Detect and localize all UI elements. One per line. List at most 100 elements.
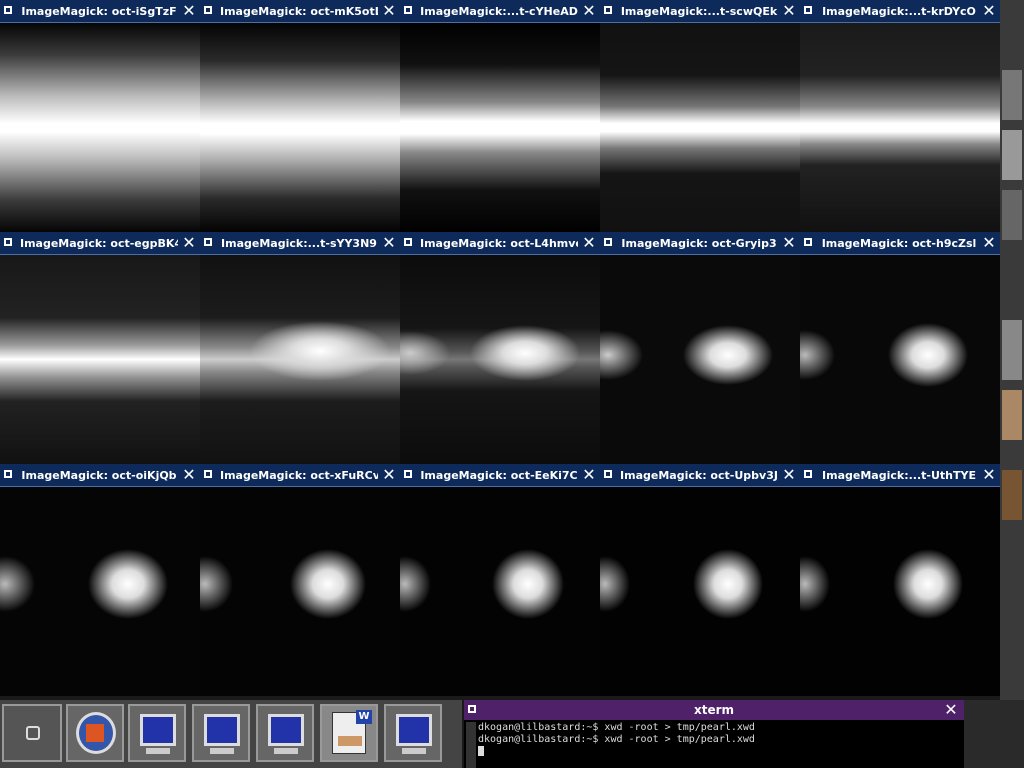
panel-widget	[1002, 190, 1022, 240]
window-title: ImageMagick:...t-UthTYE	[822, 469, 976, 482]
window-menu-icon[interactable]	[204, 6, 212, 14]
image-window[interactable]: ImageMagick: oct-L4hmvc ✕	[400, 232, 601, 464]
window-titlebar[interactable]: ImageMagick: oct-L4hmvc ✕	[400, 232, 600, 255]
window-titlebar[interactable]: ImageMagick: oct-xFuRCv ✕	[200, 464, 400, 487]
window-title: ImageMagick: oct-mK5otL	[220, 5, 378, 18]
window-titlebar[interactable]: ImageMagick:...t-cYHeAD ✕	[400, 0, 600, 23]
image-window[interactable]: ImageMagick:...t-cYHeAD ✕	[400, 0, 601, 232]
window-menu-icon[interactable]	[604, 470, 612, 478]
monitor-icon[interactable]	[384, 704, 442, 762]
home-icon[interactable]	[2, 704, 62, 762]
close-icon[interactable]: ✕	[580, 234, 598, 252]
close-icon[interactable]: ✕	[180, 466, 198, 484]
window-titlebar[interactable]: ImageMagick:...t-sYY3N9 ✕	[200, 232, 400, 255]
monitor-icon[interactable]	[192, 704, 250, 762]
monitor-icon[interactable]	[128, 704, 186, 762]
image-content	[0, 487, 200, 696]
window-title: ImageMagick: oct-h9cZsl	[821, 237, 977, 250]
window-title: ImageMagick: oct-L4hmvc	[420, 237, 578, 250]
window-menu-icon[interactable]	[4, 238, 12, 246]
window-titlebar[interactable]: ImageMagick: oct-mK5otL ✕	[200, 0, 400, 23]
image-window[interactable]: ImageMagick: oct-Upbv3J ✕	[600, 464, 801, 696]
close-icon[interactable]: ✕	[980, 2, 998, 20]
image-window[interactable]: ImageMagick:...t-scwQEk ✕	[600, 0, 801, 232]
window-titlebar[interactable]: ImageMagick: oct-EeKi7C ✕	[400, 464, 600, 487]
window-titlebar[interactable]: ImageMagick: oct-egpBK4 ✕	[0, 232, 200, 255]
window-titlebar[interactable]: xterm ✕	[464, 700, 964, 720]
gnome-foot-icon[interactable]	[66, 704, 124, 762]
terminal-line: dkogan@lilbastard:~$ xwd -root > tmp/pea…	[478, 734, 755, 745]
terminal-output[interactable]: dkogan@lilbastard:~$ xwd -root > tmp/pea…	[478, 722, 958, 768]
image-window[interactable]: ImageMagick: oct-xFuRCv ✕	[200, 464, 401, 696]
close-icon[interactable]: ✕	[780, 466, 798, 484]
image-content	[200, 255, 400, 464]
close-icon[interactable]: ✕	[780, 234, 798, 252]
image-content	[400, 487, 600, 696]
image-window[interactable]: ImageMagick: oct-Gryip3 ✕	[600, 232, 801, 464]
image-window[interactable]: ImageMagick: oct-h9cZsl ✕	[800, 232, 1001, 464]
window-titlebar[interactable]: ImageMagick:...t-scwQEk ✕	[600, 0, 800, 23]
close-icon[interactable]: ✕	[580, 2, 598, 20]
image-content	[600, 23, 800, 232]
window-titlebar[interactable]: ImageMagick:...t-krDYcO ✕	[800, 0, 1000, 23]
window-title: ImageMagick:...t-sYY3N9	[221, 237, 377, 250]
close-icon[interactable]: ✕	[580, 466, 598, 484]
terminal-prompt[interactable]	[478, 746, 958, 758]
close-icon[interactable]: ✕	[942, 701, 960, 719]
image-content	[200, 487, 400, 696]
image-content	[800, 487, 1000, 696]
image-window[interactable]: ImageMagick: oct-oiKjQb ✕	[0, 464, 201, 696]
close-icon[interactable]: ✕	[780, 2, 798, 20]
window-titlebar[interactable]: ImageMagick: oct-iSgTzF ✕	[0, 0, 200, 23]
window-menu-icon[interactable]	[204, 470, 212, 478]
close-icon[interactable]: ✕	[380, 2, 398, 20]
window-menu-icon[interactable]	[4, 6, 12, 14]
window-titlebar[interactable]: ImageMagick: oct-Upbv3J ✕	[600, 464, 800, 487]
image-window[interactable]: ImageMagick: oct-egpBK4 ✕	[0, 232, 201, 464]
window-title: ImageMagick: oct-EeKi7C	[420, 469, 578, 482]
window-menu-icon[interactable]	[604, 6, 612, 14]
cursor	[478, 746, 484, 756]
window-menu-icon[interactable]	[804, 238, 812, 246]
window-menu-icon[interactable]	[604, 238, 612, 246]
window-menu-icon[interactable]	[404, 470, 412, 478]
window-title: ImageMagick:...t-krDYcO	[822, 5, 976, 18]
close-icon[interactable]: ✕	[980, 466, 998, 484]
window-title: ImageMagick:...t-cYHeAD	[420, 5, 578, 18]
window-menu-icon[interactable]	[804, 6, 812, 14]
desktop-background	[964, 700, 1024, 768]
close-icon[interactable]: ✕	[180, 2, 198, 20]
window-title: ImageMagick: oct-xFuRCv	[220, 469, 378, 482]
close-icon[interactable]: ✕	[380, 466, 398, 484]
image-content	[600, 487, 800, 696]
window-menu-icon[interactable]	[804, 470, 812, 478]
scrollbar[interactable]	[466, 722, 476, 768]
monitor-icon[interactable]	[256, 704, 314, 762]
window-title: ImageMagick: oct-Upbv3J	[620, 469, 778, 482]
image-window[interactable]: ImageMagick:...t-krDYcO ✕	[800, 0, 1001, 232]
window-menu-icon[interactable]	[204, 238, 212, 246]
image-window[interactable]: ImageMagick: oct-iSgTzF ✕	[0, 0, 201, 232]
xterm-window[interactable]: xterm ✕ dkogan@lilbastard:~$ xwd -root >…	[464, 700, 964, 768]
close-icon[interactable]: ✕	[980, 234, 998, 252]
window-title: ImageMagick:...t-scwQEk	[620, 5, 778, 18]
window-titlebar[interactable]: ImageMagick:...t-UthTYE ✕	[800, 464, 1000, 487]
close-icon[interactable]: ✕	[180, 234, 198, 252]
window-titlebar[interactable]: ImageMagick: oct-Gryip3 ✕	[600, 232, 800, 255]
window-titlebar[interactable]: ImageMagick: oct-oiKjQb ✕	[0, 464, 200, 487]
image-window[interactable]: ImageMagick:...t-sYY3N9 ✕	[200, 232, 401, 464]
panel-widget	[1002, 70, 1022, 120]
window-title: ImageMagick: oct-iSgTzF	[21, 5, 177, 18]
window-menu-icon[interactable]	[404, 238, 412, 246]
window-titlebar[interactable]: ImageMagick: oct-h9cZsl ✕	[800, 232, 1000, 255]
image-window[interactable]: ImageMagick: oct-EeKi7C ✕	[400, 464, 601, 696]
image-window[interactable]: ImageMagick:...t-UthTYE ✕	[800, 464, 1001, 696]
panel-widget	[1002, 130, 1022, 180]
word-document-icon[interactable]: W	[320, 704, 378, 762]
window-menu-icon[interactable]	[4, 470, 12, 478]
close-icon[interactable]: ✕	[380, 234, 398, 252]
window-menu-icon[interactable]	[404, 6, 412, 14]
image-window[interactable]: ImageMagick: oct-mK5otL ✕	[200, 0, 401, 232]
desktop-side-panel	[1000, 0, 1024, 700]
image-content	[400, 255, 600, 464]
